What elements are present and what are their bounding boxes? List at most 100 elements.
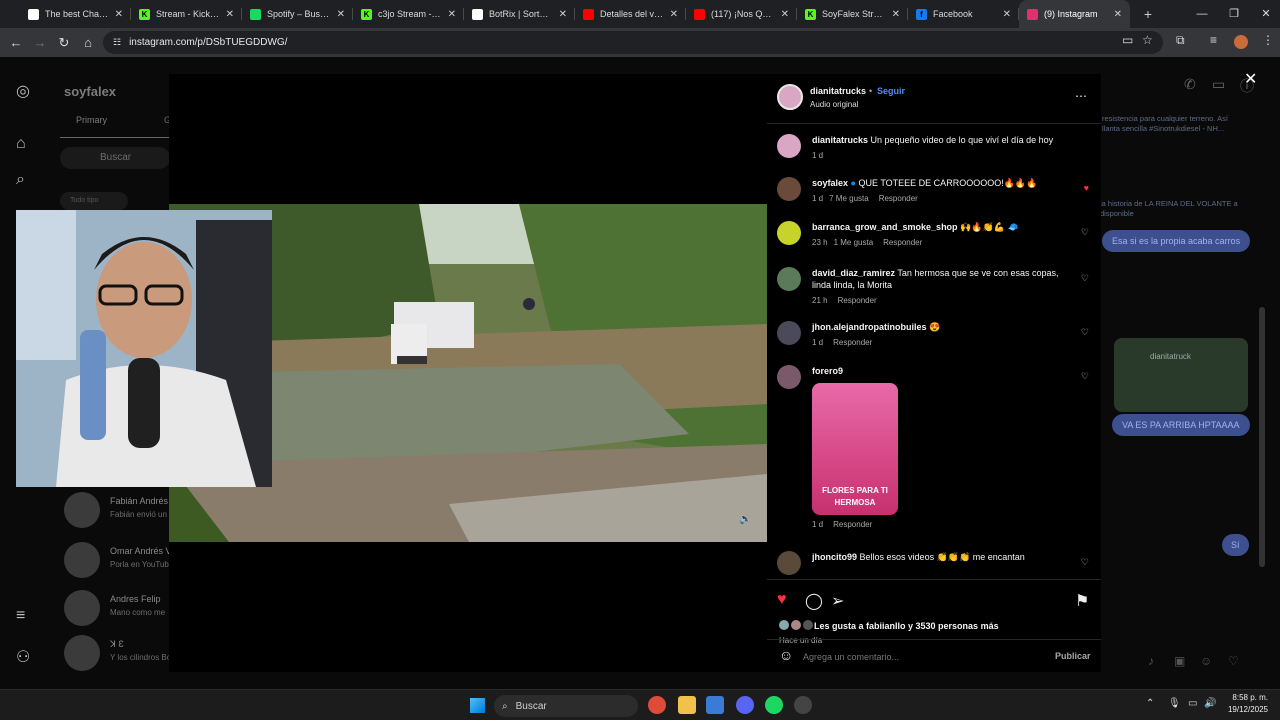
comment-likes[interactable]: 1 Me gusta: [834, 237, 874, 249]
dm-list-item[interactable]: Fabián Andrés Fabián envió un: [64, 492, 174, 532]
browser-tab[interactable]: (9) Instagram ✕: [1019, 0, 1130, 28]
more-options-icon[interactable]: ⋯: [1075, 89, 1087, 103]
volume-icon[interactable]: 🔈: [739, 514, 751, 525]
filter-chip[interactable]: Todo tipo: [60, 192, 128, 210]
author-avatar[interactable]: [777, 134, 801, 158]
comment-username[interactable]: jhon.alejandropatinobuiles: [812, 322, 927, 332]
share-icon[interactable]: ➢: [831, 591, 844, 611]
home-icon[interactable]: ⌂: [76, 35, 100, 50]
spotify-icon[interactable]: [765, 696, 783, 714]
more-menu-icon[interactable]: ≡: [16, 607, 25, 625]
tab-close-icon[interactable]: ✕: [559, 9, 567, 20]
site-info-icon[interactable]: ☷: [113, 37, 121, 48]
avatar[interactable]: [777, 221, 801, 245]
comment-like-icon[interactable]: ♡: [1081, 327, 1089, 338]
comment-username[interactable]: forero9: [812, 366, 843, 376]
sticker-icon[interactable]: ♡: [1228, 654, 1239, 668]
discord-icon[interactable]: [736, 696, 754, 714]
reply-button[interactable]: Responder: [879, 193, 918, 205]
back-icon[interactable]: ←: [4, 35, 28, 50]
start-icon[interactable]: [470, 698, 485, 713]
reload-icon[interactable]: ↻: [52, 35, 76, 51]
file-explorer-icon[interactable]: [678, 696, 696, 714]
avatar[interactable]: [777, 177, 801, 201]
browser-tab[interactable]: K Stream - Kick Da ✕: [131, 0, 242, 28]
video-call-icon[interactable]: ▭: [1212, 76, 1225, 93]
tab-close-icon[interactable]: ✕: [1003, 9, 1011, 20]
browser-tab[interactable]: Detalles del video ✕: [575, 0, 686, 28]
store-icon[interactable]: [706, 696, 724, 714]
browser-tab[interactable]: The best ChatBot ✕: [20, 0, 131, 28]
reply-button[interactable]: Responder: [838, 295, 877, 307]
url-text[interactable]: instagram.com/p/DSbTUEGDDWG/: [129, 37, 287, 48]
scrollbar[interactable]: [1259, 307, 1265, 567]
bookmark-star-icon[interactable]: ☆: [1142, 33, 1153, 47]
account-name[interactable]: soyfalex: [64, 84, 116, 99]
audio-label[interactable]: Audio original: [810, 100, 858, 109]
home-nav-icon[interactable]: ⌂: [16, 135, 26, 153]
comment-username[interactable]: soyfalex: [812, 178, 848, 188]
tab-close-icon[interactable]: ✕: [226, 9, 234, 20]
clock-time[interactable]: 8:58 p. m.: [1222, 693, 1268, 702]
tab-close-icon[interactable]: ✕: [781, 9, 789, 20]
close-window-button[interactable]: ✕: [1250, 0, 1280, 28]
tray-chevron-icon[interactable]: ⌃: [1146, 698, 1154, 709]
reading-list-icon[interactable]: ≡: [1210, 33, 1217, 47]
cast-icon[interactable]: ▭: [1122, 33, 1133, 47]
comment-username[interactable]: jhoncito99: [812, 552, 857, 562]
dm-list-item[interactable]: Andres Felip Mano como me: [64, 590, 174, 630]
instagram-logo-icon[interactable]: ◎: [16, 81, 30, 101]
browser-tab[interactable]: K SoyFalex Stream ✕: [797, 0, 908, 28]
tab-primary[interactable]: Primary: [76, 115, 107, 125]
minimize-button[interactable]: —: [1186, 0, 1218, 28]
tray-mic-icon[interactable]: 🎙: [1168, 698, 1181, 709]
tab-close-icon[interactable]: ✕: [448, 9, 456, 20]
tab-close-icon[interactable]: ✕: [337, 9, 345, 20]
browser-tab[interactable]: Kc3jo Stream - Wa ✕: [353, 0, 464, 28]
dm-list-item[interactable]: Omar Andrés V Porla en YouTub: [64, 542, 174, 582]
dm-list-item[interactable]: ꓘ Ɛ Y los cilindros Bo: [64, 635, 174, 675]
tab-close-icon[interactable]: ✕: [1114, 9, 1122, 20]
tab-close-icon[interactable]: ✕: [670, 9, 678, 20]
search-nav-icon[interactable]: ⌕: [16, 171, 25, 189]
taskbar-search[interactable]: ⌕ Buscar: [494, 695, 638, 717]
browser-tab[interactable]: (117) ¡Nos QUED ✕: [686, 0, 797, 28]
extensions-icon[interactable]: ⧉: [1176, 33, 1185, 48]
tab-close-icon[interactable]: ✕: [115, 9, 123, 20]
forward-icon[interactable]: →: [28, 35, 52, 50]
gallery-icon[interactable]: ▣: [1174, 654, 1185, 668]
avatar[interactable]: [777, 267, 801, 291]
save-bookmark-icon[interactable]: ⚑: [1075, 591, 1089, 611]
tab-close-icon[interactable]: ✕: [892, 9, 900, 20]
avatar[interactable]: [777, 551, 801, 575]
call-icon[interactable]: ✆: [1184, 76, 1196, 93]
volume-tray-icon[interactable]: 🔊: [1204, 698, 1216, 709]
profile-avatar[interactable]: [1234, 35, 1248, 49]
author-avatar[interactable]: [777, 84, 803, 110]
browser-tab[interactable]: Spotify – Buscar ✕: [242, 0, 353, 28]
reply-button[interactable]: Responder: [883, 237, 922, 249]
meta-icon[interactable]: ⚇: [16, 647, 30, 667]
comment-likes[interactable]: 7 Me gusta: [829, 193, 869, 205]
comment-icon[interactable]: ◯: [805, 591, 823, 611]
comment-username[interactable]: barranca_grow_and_smoke_shop: [812, 222, 958, 232]
browser-menu-icon[interactable]: ⋮: [1262, 33, 1274, 47]
likes-summary[interactable]: Les gusta a fabiianllo y 3530 personas m…: [814, 621, 999, 631]
chrome-icon[interactable]: [648, 696, 666, 714]
dm-search-input[interactable]: Buscar: [60, 147, 170, 169]
maximize-button[interactable]: ❐: [1218, 0, 1250, 28]
address-bar[interactable]: ☷ instagram.com/p/DSbTUEGDDWG/: [103, 31, 1163, 54]
avatar[interactable]: [777, 321, 801, 345]
caption-username[interactable]: dianitatrucks: [812, 135, 868, 145]
avatar[interactable]: [777, 365, 801, 389]
obs-icon[interactable]: [794, 696, 812, 714]
comment-like-icon[interactable]: ♥: [1084, 183, 1089, 193]
network-icon[interactable]: ▭: [1188, 698, 1197, 709]
comment-input[interactable]: [803, 648, 1033, 666]
browser-tab[interactable]: f Facebook ✕: [908, 0, 1019, 28]
reply-button[interactable]: Responder: [833, 337, 872, 349]
browser-tab[interactable]: BotRix | Sorteos ✕: [464, 0, 575, 28]
comment-like-icon[interactable]: ♡: [1081, 371, 1089, 382]
close-modal-icon[interactable]: ✕: [1244, 69, 1257, 89]
shared-reel-preview[interactable]: dianitatruck: [1114, 338, 1248, 412]
